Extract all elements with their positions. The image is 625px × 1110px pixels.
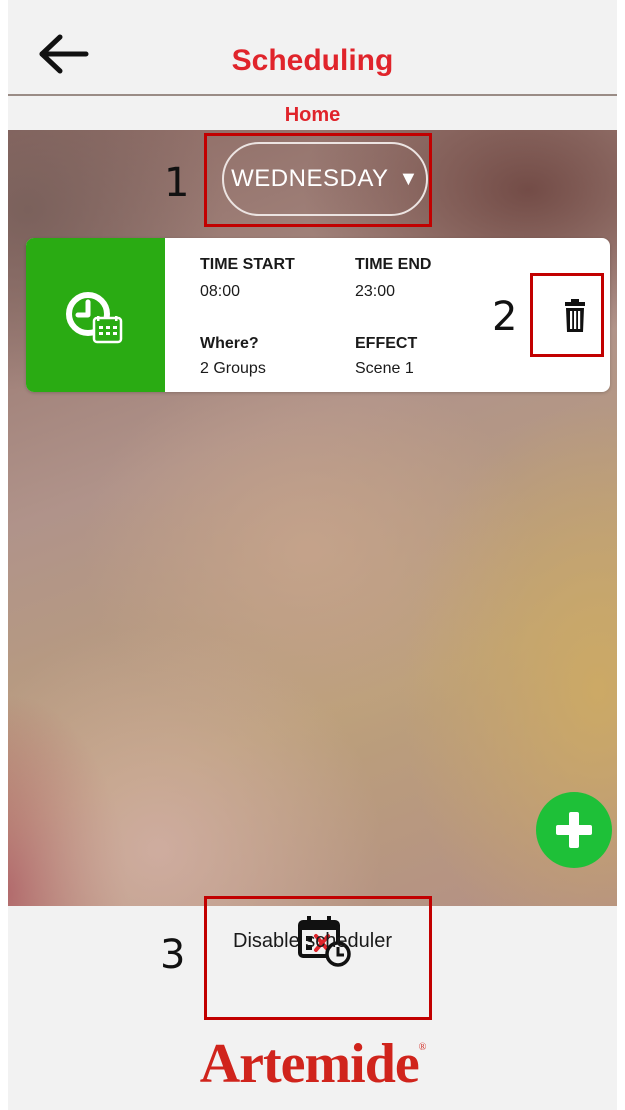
time-end-value: 23:00 bbox=[355, 283, 396, 300]
add-schedule-button[interactable] bbox=[536, 792, 612, 868]
annotation-number-3: 3 bbox=[160, 932, 186, 978]
header: Scheduling bbox=[8, 10, 617, 94]
where-label: Where? bbox=[200, 335, 259, 352]
plus-icon bbox=[556, 812, 592, 848]
annotation-number-2: 2 bbox=[492, 294, 518, 340]
location-subtitle: Home bbox=[284, 104, 341, 126]
schedule-card[interactable]: TIME START 08:00 TIME END 23:00 Where? 2… bbox=[26, 238, 610, 392]
annotation-number-1: 1 bbox=[164, 160, 190, 206]
time-end-label: TIME END bbox=[355, 256, 432, 273]
annotation-box-3 bbox=[204, 896, 432, 1020]
schedule-icon-panel bbox=[26, 238, 165, 392]
header-divider bbox=[8, 94, 617, 96]
effect-value: Scene 1 bbox=[355, 360, 414, 377]
app-screen: Scheduling Home WEDNESDAY ▼ 1 TIME START… bbox=[8, 0, 617, 1110]
artemide-logo: Artemide® bbox=[8, 1032, 617, 1096]
logo-text: Artemide bbox=[199, 1033, 420, 1095]
annotation-box-1 bbox=[204, 133, 432, 227]
clock-calendar-icon bbox=[66, 292, 123, 344]
where-value: 2 Groups bbox=[200, 360, 266, 377]
page-title: Scheduling bbox=[231, 44, 394, 77]
time-start-label: TIME START bbox=[200, 256, 295, 273]
annotation-box-2 bbox=[530, 273, 604, 357]
registered-mark: ® bbox=[418, 1042, 427, 1053]
effect-label: EFFECT bbox=[355, 335, 418, 352]
time-start-value: 08:00 bbox=[200, 283, 241, 300]
